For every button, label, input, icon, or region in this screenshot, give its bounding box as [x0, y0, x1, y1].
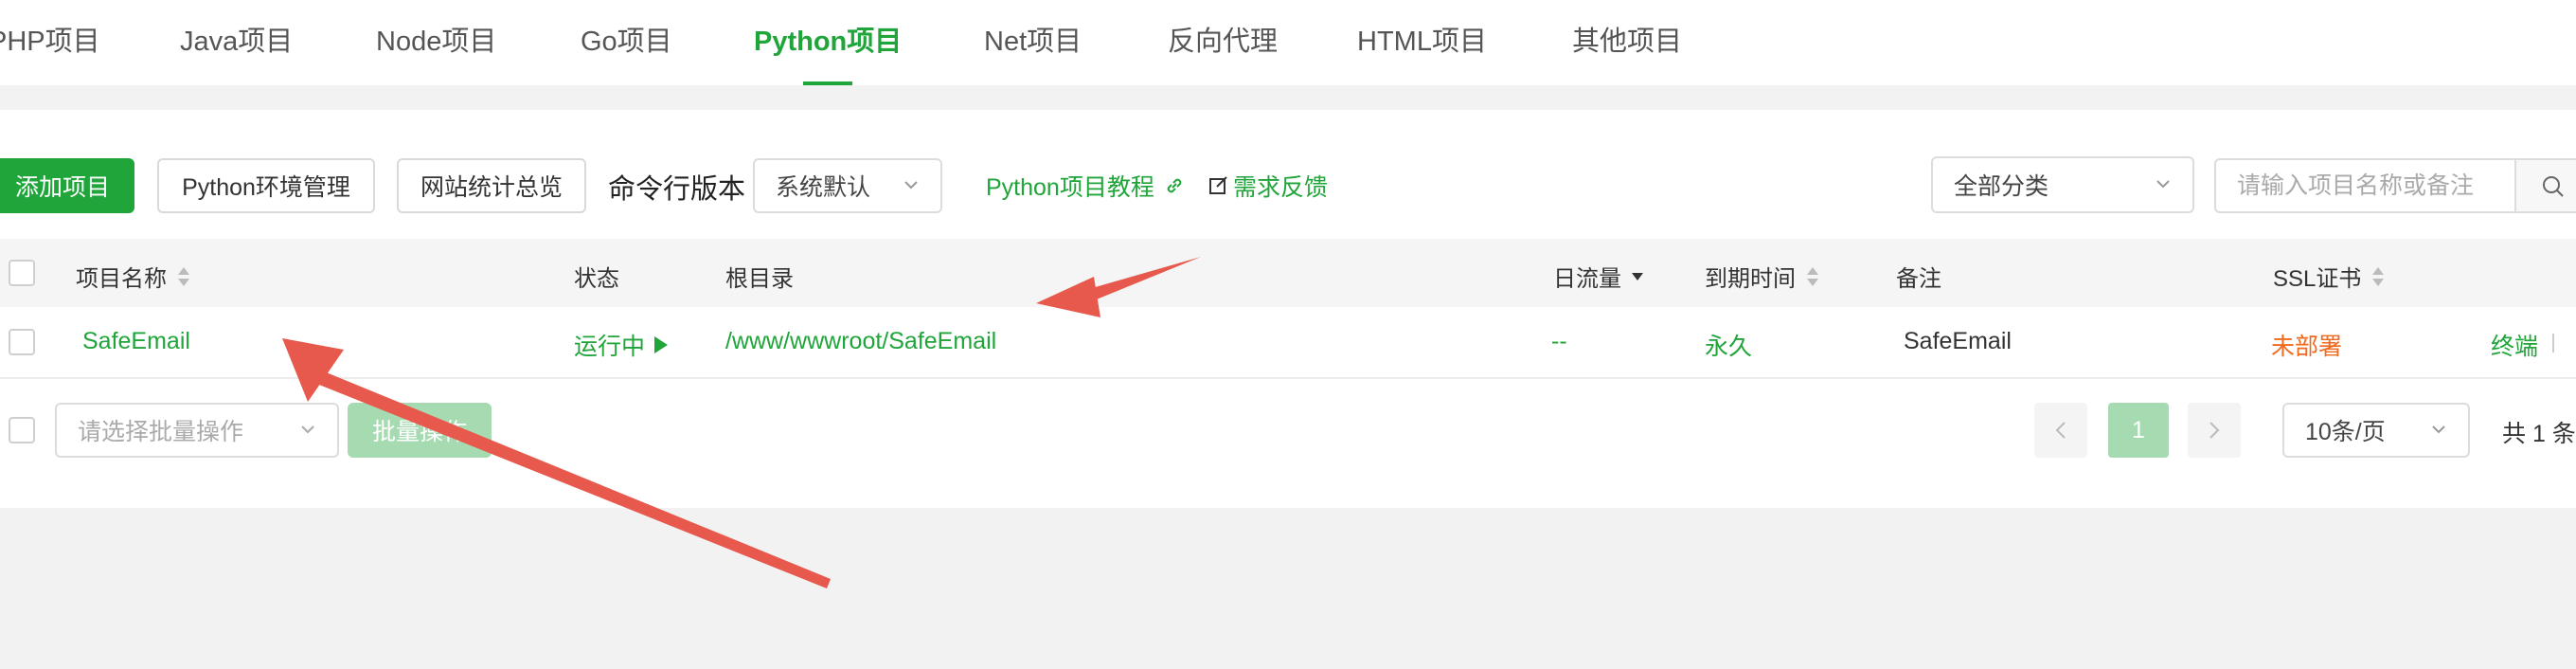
- sort-icon: [176, 265, 191, 288]
- column-root-label: 根目录: [725, 266, 794, 292]
- project-status-label: 运行中: [574, 334, 646, 360]
- category-select[interactable]: 全部分类: [1931, 156, 2194, 213]
- column-name-label: 项目名称: [76, 266, 167, 292]
- column-ssl-header[interactable]: SSL证书: [2273, 260, 2386, 293]
- feedback-link[interactable]: 需求反馈: [1208, 169, 1328, 203]
- column-status-label: 状态: [574, 266, 619, 292]
- chevron-down-icon: [904, 181, 918, 190]
- action-divider: [2552, 334, 2554, 353]
- total-count: 共 1 条: [2502, 421, 2576, 447]
- column-traffic-header[interactable]: 日流量: [1553, 260, 1644, 293]
- site-stats-button[interactable]: 网站统计总览: [397, 158, 586, 213]
- project-type-tabs: PHP项目 Java项目 Node项目 Go项目 Python项目 Net项目 …: [0, 0, 2576, 85]
- project-ssl-status[interactable]: 未部署: [2271, 328, 2342, 362]
- tab-java[interactable]: Java项目: [180, 19, 293, 59]
- project-status[interactable]: 运行中: [574, 328, 670, 362]
- project-expire[interactable]: 永久: [1705, 328, 1752, 362]
- column-name-header[interactable]: 项目名称: [76, 260, 191, 293]
- terminal-action-link[interactable]: 终端: [2491, 328, 2538, 362]
- project-name-link[interactable]: SafeEmail: [82, 328, 190, 355]
- tab-reverse-proxy[interactable]: 反向代理: [1168, 19, 1278, 59]
- batch-operation-select[interactable]: 请选择批量操作: [55, 403, 339, 458]
- column-ssl-label: SSL证书: [2273, 266, 2362, 292]
- tab-net[interactable]: Net项目: [984, 19, 1082, 59]
- play-icon: [654, 336, 669, 353]
- select-all-checkbox[interactable]: [9, 260, 35, 286]
- category-value: 全部分类: [1954, 173, 2049, 200]
- cmd-version-select[interactable]: 系统默认: [753, 158, 942, 213]
- chevron-right-icon: [2209, 422, 2220, 439]
- sort-icon: [1805, 265, 1820, 288]
- page-size-select[interactable]: 10条/页: [2282, 403, 2470, 458]
- column-note-header: 备注: [1896, 260, 1941, 293]
- table-row: SafeEmail 运行中 /www/wwwroot/SafeEmail -- …: [0, 307, 2576, 379]
- batch-operation-button[interactable]: 批量操作: [348, 403, 492, 458]
- row-checkbox[interactable]: [9, 329, 35, 355]
- cmd-version-label: 命令行版本: [608, 174, 746, 205]
- footer-select-all-checkbox[interactable]: [9, 417, 35, 443]
- active-tab-indicator: [803, 81, 852, 85]
- search-icon: [2543, 176, 2564, 197]
- search-button[interactable]: [2514, 158, 2576, 213]
- edit-icon: [1209, 176, 1227, 194]
- chevron-down-icon: [301, 425, 314, 434]
- caret-down-icon: [1632, 272, 1643, 280]
- python-env-button[interactable]: Python环境管理: [157, 158, 375, 213]
- project-traffic: --: [1551, 328, 1567, 354]
- current-page-button[interactable]: 1: [2108, 403, 2169, 458]
- tab-go[interactable]: Go项目: [581, 19, 672, 59]
- column-status-header: 状态: [574, 260, 619, 293]
- link-icon: [1167, 178, 1182, 193]
- column-expire-label: 到期时间: [1705, 266, 1796, 292]
- tab-node[interactable]: Node项目: [376, 19, 496, 59]
- next-page-button[interactable]: [2188, 403, 2241, 458]
- tab-php[interactable]: PHP项目: [0, 19, 100, 59]
- python-tutorial-label: Python项目教程: [986, 174, 1154, 201]
- tab-html[interactable]: HTML项目: [1357, 19, 1487, 59]
- chevron-left-icon: [2055, 422, 2066, 439]
- tab-python[interactable]: Python项目: [754, 19, 902, 59]
- column-traffic-label: 日流量: [1553, 266, 1621, 292]
- cmd-version-value: 系统默认: [776, 174, 871, 201]
- page-size-value: 10条/页: [2305, 419, 2386, 445]
- batch-operation-placeholder: 请选择批量操作: [78, 419, 244, 445]
- chevron-down-icon: [2156, 180, 2170, 189]
- sort-icon: [2370, 265, 2386, 288]
- prev-page-button[interactable]: [2034, 403, 2087, 458]
- chevron-down-icon: [2432, 425, 2445, 434]
- project-root-link[interactable]: /www/wwwroot/SafeEmail: [725, 328, 996, 355]
- add-project-button[interactable]: 添加项目: [0, 158, 134, 213]
- column-root-header: 根目录: [725, 260, 794, 293]
- tab-other[interactable]: 其他项目: [1572, 19, 1682, 59]
- column-note-label: 备注: [1896, 266, 1941, 292]
- feedback-label: 需求反馈: [1233, 174, 1329, 201]
- column-expire-header[interactable]: 到期时间: [1705, 260, 1820, 293]
- project-note[interactable]: SafeEmail: [1904, 328, 2012, 355]
- python-tutorial-link[interactable]: Python项目教程: [986, 169, 1185, 203]
- table-header: 项目名称 状态 根目录 日流量 到期时间 备注 SSL证书: [0, 239, 2576, 309]
